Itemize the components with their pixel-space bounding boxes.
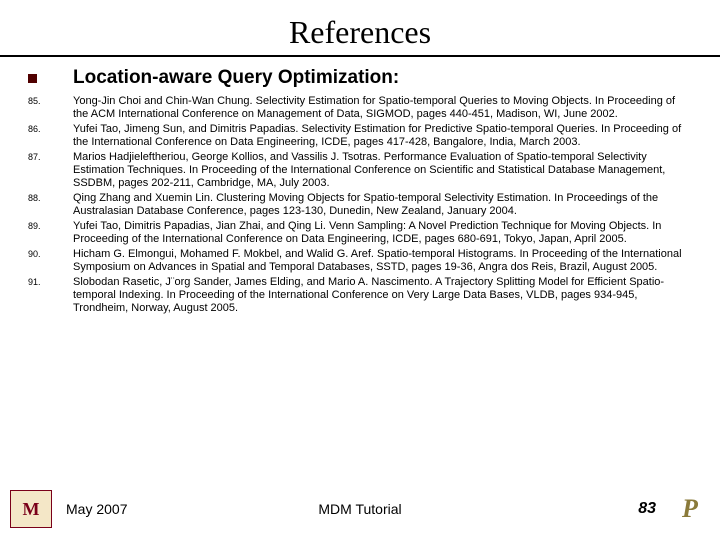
title-divider (0, 55, 720, 57)
ref-number: 89. (28, 220, 73, 231)
ref-number: 91. (28, 276, 73, 287)
list-item: 86. Yufei Tao, Jimeng Sun, and Dimitris … (28, 123, 692, 149)
ref-number: 90. (28, 248, 73, 259)
ref-number: 88. (28, 192, 73, 203)
ref-text: Qing Zhang and Xuemin Lin. Clustering Mo… (73, 192, 692, 218)
list-item: 90. Hicham G. Elmongui, Mohamed F. Mokbe… (28, 248, 692, 274)
page-number: 83 (638, 500, 656, 518)
university-logo-icon: M (10, 490, 52, 528)
purdue-logo-icon: P (670, 489, 710, 529)
ref-text: Yufei Tao, Dimitris Papadias, Jian Zhai,… (73, 220, 692, 246)
slide: References Location-aware Query Optimiza… (0, 0, 720, 540)
section-row: Location-aware Query Optimization: (0, 67, 720, 95)
bullet-icon (28, 74, 37, 83)
ref-text: Slobodan Rasetic, J¨org Sander, James El… (73, 276, 692, 315)
footer-right: 83 P (638, 489, 710, 529)
footer-date: May 2007 (66, 501, 127, 517)
ref-number: 85. (28, 95, 73, 106)
list-item: 88. Qing Zhang and Xuemin Lin. Clusterin… (28, 192, 692, 218)
footer-left: M May 2007 (10, 490, 127, 528)
list-item: 87. Marios Hadjieleftheriou, George Koll… (28, 151, 692, 190)
footer: M May 2007 MDM Tutorial 83 P (0, 484, 720, 540)
ref-text: Yong-Jin Choi and Chin-Wan Chung. Select… (73, 95, 692, 121)
list-item: 85. Yong-Jin Choi and Chin-Wan Chung. Se… (28, 95, 692, 121)
section-heading: Location-aware Query Optimization: (73, 67, 399, 89)
page-title: References (0, 0, 720, 55)
footer-center-label: MDM Tutorial (318, 501, 401, 517)
list-item: 91. Slobodan Rasetic, J¨org Sander, Jame… (28, 276, 692, 315)
ref-text: Marios Hadjieleftheriou, George Kollios,… (73, 151, 692, 190)
list-item: 89. Yufei Tao, Dimitris Papadias, Jian Z… (28, 220, 692, 246)
ref-text: Hicham G. Elmongui, Mohamed F. Mokbel, a… (73, 248, 692, 274)
ref-text: Yufei Tao, Jimeng Sun, and Dimitris Papa… (73, 123, 692, 149)
references-list: 85. Yong-Jin Choi and Chin-Wan Chung. Se… (0, 95, 720, 315)
ref-number: 87. (28, 151, 73, 162)
ref-number: 86. (28, 123, 73, 134)
